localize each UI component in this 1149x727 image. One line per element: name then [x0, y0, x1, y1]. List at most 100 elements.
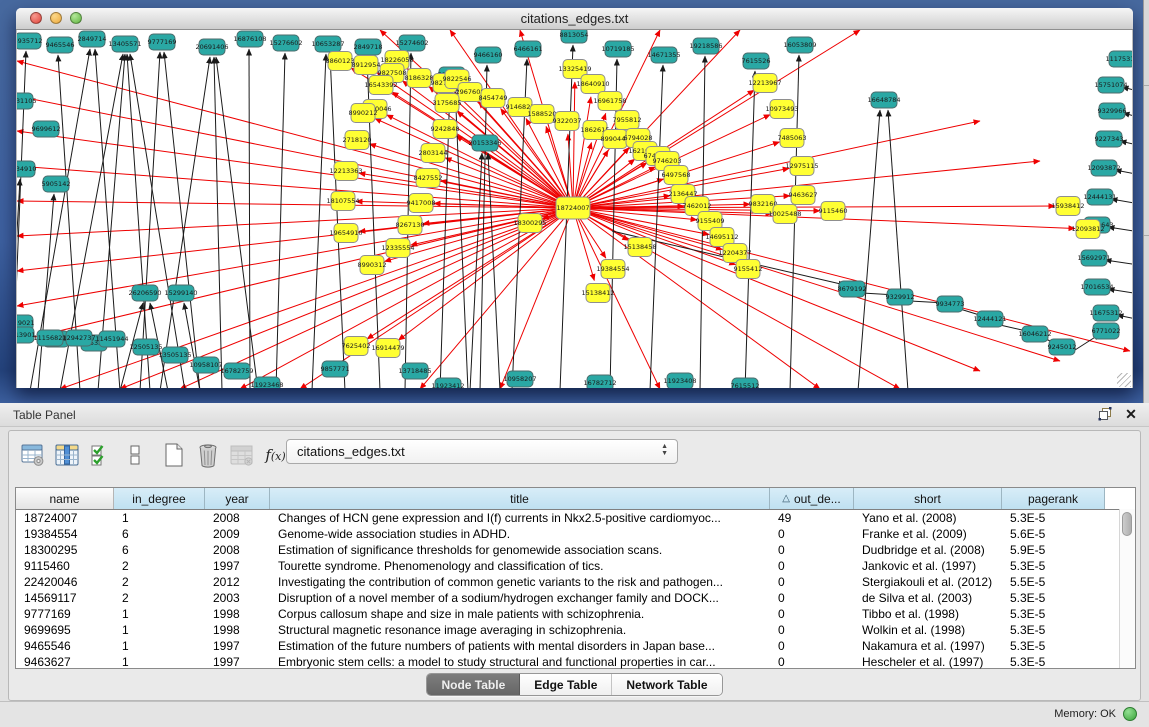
graph-node[interactable]: 8679192 — [838, 281, 867, 297]
graph-node[interactable]: 16648784 — [867, 92, 900, 108]
graph-node[interactable]: 11451944 — [95, 331, 128, 347]
table-row[interactable]: 977716911998Corpus callosum shape and si… — [16, 606, 1135, 622]
graph-node[interactable]: 2803144 — [419, 144, 448, 163]
graph-node[interactable]: 3175685 — [433, 94, 462, 113]
graph-node[interactable]: 10653287 — [311, 36, 344, 52]
graph-node[interactable]: 8186328 — [405, 69, 434, 88]
network-window[interactable]: citations_edges.txt 89357129465546284971… — [16, 8, 1133, 388]
graph-node[interactable]: 12093872 — [1087, 160, 1120, 176]
memory-status-icon[interactable] — [1123, 707, 1137, 721]
graph-node[interactable]: 8912954 — [352, 56, 381, 75]
network-canvas[interactable]: 8935712946554628497141340557197771692069… — [16, 30, 1133, 388]
rows-icon[interactable] — [121, 442, 148, 469]
graph-node[interactable]: 6497568 — [662, 166, 691, 185]
graph-node[interactable]: 8860123 — [326, 52, 355, 71]
graph-node[interactable]: 11923408 — [663, 373, 696, 388]
graph-node[interactable]: 9245012 — [1048, 339, 1077, 355]
fx-icon[interactable]: f(x) — [262, 442, 289, 469]
graph-node[interactable]: 10973493 — [765, 100, 798, 119]
network-window-titlebar[interactable]: citations_edges.txt — [16, 8, 1133, 30]
checklist-icon[interactable] — [87, 442, 114, 469]
graph-node[interactable]: 9934773 — [936, 296, 965, 312]
graph-node[interactable]: 20153346 — [468, 135, 501, 151]
close-panel-icon[interactable]: ✕ — [1123, 406, 1139, 422]
graph-node[interactable]: 5905142 — [42, 176, 71, 192]
graph-node[interactable]: 8454749 — [479, 89, 508, 108]
window-resize-grip[interactable] — [1117, 373, 1131, 387]
column-header-name[interactable]: name — [16, 488, 114, 509]
graph-node[interactable]: 19654910 — [329, 224, 362, 243]
insert-column-icon[interactable] — [53, 442, 80, 469]
graph-node[interactable]: 9115460 — [819, 202, 848, 221]
column-header-year[interactable]: year — [205, 488, 270, 509]
column-header-pagerank[interactable]: pagerank — [1002, 488, 1105, 509]
graph-node[interactable]: 10025488 — [768, 205, 801, 224]
graph-node[interactable]: 9417008 — [407, 194, 436, 213]
graph-node[interactable]: 19384554 — [596, 260, 629, 279]
graph-node[interactable]: 11923412 — [431, 378, 464, 388]
graph-node[interactable]: 8267130 — [396, 216, 425, 235]
graph-node[interactable]: 10958107 — [189, 357, 222, 373]
graph-node[interactable]: 19218586 — [689, 38, 722, 54]
new-file-icon[interactable] — [160, 442, 187, 469]
graph-node[interactable]: 15751074 — [1094, 77, 1127, 93]
delete-icon[interactable] — [194, 442, 221, 469]
graph-node[interactable]: 6466161 — [514, 41, 543, 57]
graph-node[interactable]: 9466160 — [474, 47, 503, 63]
graph-node[interactable]: 15274602 — [395, 35, 428, 51]
graph-node[interactable]: 12975115 — [785, 157, 818, 176]
graph-node[interactable]: 15692971 — [1077, 250, 1110, 266]
graph-node[interactable]: 9463627 — [789, 186, 818, 205]
graph-node[interactable]: 16543392 — [364, 76, 397, 95]
graph-node[interactable]: 14671355 — [647, 47, 680, 63]
graph-node[interactable]: 9322037 — [553, 112, 582, 131]
graph-node[interactable]: 12444131 — [1083, 189, 1116, 205]
table-row[interactable]: 1830029562008Estimation of significance … — [16, 542, 1135, 558]
graph-node[interactable]: 18640910 — [576, 75, 609, 94]
graph-node[interactable]: 8935712 — [17, 33, 42, 49]
graph-node[interactable]: 9699612 — [32, 121, 61, 137]
graph-node[interactable]: 17016534 — [1080, 279, 1113, 295]
graph-node[interactable]: 2849718 — [354, 39, 383, 55]
graph-node[interactable]: 11675312 — [1089, 305, 1122, 321]
table-row[interactable]: 1456911722003Disruption of a novel membe… — [16, 590, 1135, 606]
graph-node[interactable]: 16046212 — [1018, 326, 1051, 342]
graph-node[interactable]: 11923468 — [250, 377, 283, 388]
graph-node[interactable]: 12093812 — [1071, 220, 1104, 239]
graph-node[interactable]: 7485063 — [778, 129, 807, 148]
graph-node[interactable]: 10719185 — [601, 41, 634, 57]
graph-node[interactable]: 13505135 — [158, 347, 191, 363]
tab-node-table[interactable]: Node Table — [427, 674, 520, 695]
graph-node[interactable]: 15938412 — [1051, 197, 1084, 216]
graph-node[interactable]: 18107554 — [326, 192, 359, 211]
graph-node[interactable]: 12444121 — [973, 311, 1006, 327]
graph-node[interactable]: 12213363 — [329, 162, 362, 181]
column-header-in_degree[interactable]: in_degree — [114, 488, 205, 509]
graph-node[interactable]: 8990212 — [349, 104, 378, 123]
graph-node[interactable]: 12335554 — [381, 239, 414, 258]
graph-node[interactable]: 9857771 — [321, 361, 350, 377]
graph-node[interactable]: 15138458 — [623, 238, 656, 257]
graph-node[interactable]: 12213967 — [748, 74, 781, 93]
table-row[interactable]: 946554611997Estimation of the future num… — [16, 638, 1135, 654]
graph-node[interactable]: 15138412 — [581, 284, 614, 303]
graph-node[interactable]: 9329966 — [1098, 103, 1127, 119]
graph-node[interactable]: 8427552 — [414, 169, 443, 188]
column-header-title[interactable]: title — [270, 488, 770, 509]
graph-node[interactable]: 20031105 — [17, 93, 37, 109]
graph-node[interactable]: 11175312 — [1105, 51, 1132, 67]
column-header-out_degree[interactable]: △out_de... — [770, 488, 854, 509]
column-header-short[interactable]: short — [854, 488, 1002, 509]
tab-network-table[interactable]: Network Table — [612, 674, 721, 695]
graph-node[interactable]: 7955812 — [613, 111, 642, 130]
graph-node[interactable]: 18724007 — [556, 197, 590, 219]
table-row[interactable]: 946362711997Embryonic stem cells: a mode… — [16, 654, 1135, 670]
graph-node[interactable]: 9465546 — [46, 37, 75, 53]
graph-node[interactable]: 9777169 — [148, 34, 177, 50]
graph-node[interactable]: 9242848 — [431, 120, 460, 139]
tab-edge-table[interactable]: Edge Table — [520, 674, 612, 695]
table-selector-dropdown[interactable]: citations_edges.txt ▲▼ — [286, 439, 678, 464]
graph-node[interactable]: 16961758 — [593, 92, 626, 111]
graph-node[interactable]: 8813054 — [560, 30, 589, 43]
graph-node[interactable]: 10958207 — [503, 371, 536, 387]
